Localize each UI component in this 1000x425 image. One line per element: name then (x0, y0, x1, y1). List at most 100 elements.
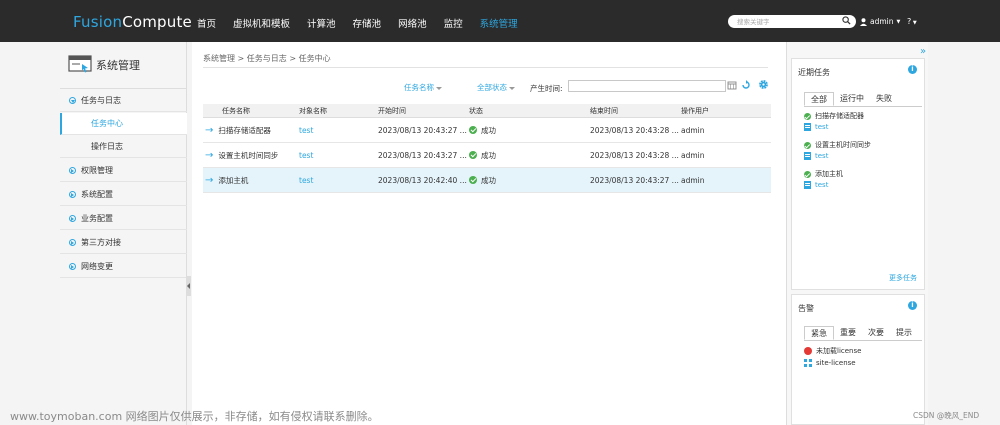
arrow-right-icon: → (205, 124, 214, 136)
expand-icon (69, 97, 76, 104)
arrow-right-icon: → (205, 174, 214, 186)
operator: admin (681, 150, 705, 160)
tab-all[interactable]: 全部 (804, 92, 834, 106)
nav-home[interactable]: 首页 (197, 16, 216, 30)
sidebar-item-third-party[interactable]: 第三方对接 (60, 232, 187, 254)
expand-icon (69, 263, 76, 270)
main-nav: 首页 虚拟机和模板 计算池 存储池 网络池 监控 系统管理 (197, 16, 535, 30)
col-task-name[interactable]: 任务名称 (222, 104, 250, 117)
end-time: 2023/08/13 20:43:27 ... (590, 175, 679, 185)
user-menu[interactable]: admin ▼ (860, 17, 900, 26)
table-row[interactable]: → 设置主机时间同步 test 2023/08/13 20:43:27 ... 成… (203, 143, 771, 168)
object-link[interactable]: test (299, 168, 313, 192)
recent-task-object[interactable]: test (804, 181, 828, 189)
task-table: 任务名称 对象名称 开始时间 状态 结束时间 操作用户 → 扫描存储适配器 tes… (203, 104, 771, 193)
expand-icon (69, 191, 76, 198)
alarm-tabs: 紧急 重要 次要 提示 (804, 326, 918, 340)
sidebar-item-service-config[interactable]: 业务配置 (60, 208, 187, 230)
user-name: admin (870, 17, 894, 26)
col-operator[interactable]: 操作用户 (681, 104, 709, 117)
recent-tasks-card: 近期任务 i 全部 运行中 失败 扫描存储适配器 test 设置主机时间同步 t… (791, 58, 925, 290)
refresh-icon[interactable] (741, 80, 751, 90)
col-start-time[interactable]: 开始时间 (378, 104, 406, 117)
nav-vm-templates[interactable]: 虚拟机和模板 (233, 16, 290, 30)
critical-alarm-icon (804, 347, 812, 355)
col-end-time[interactable]: 结束时间 (590, 104, 618, 117)
csdn-credit: CSDN @晚风_END (913, 411, 980, 420)
server-icon (804, 123, 811, 131)
sidebar-title: 系统管理 (96, 59, 140, 72)
task-name: 添加主机 (218, 175, 249, 185)
help-menu[interactable]: ? ▼ (907, 17, 917, 26)
user-icon (860, 17, 867, 26)
collapse-sidebar-handle[interactable] (186, 276, 191, 296)
recent-task-item: 添加主机 (804, 169, 843, 179)
chevron-down-icon (436, 86, 442, 90)
sidebar-item-operation-log[interactable]: 操作日志 (60, 136, 187, 158)
task-name-filter[interactable]: 任务名称 (404, 82, 442, 93)
divider (804, 340, 922, 341)
more-tasks-link[interactable]: 更多任务 (889, 273, 917, 283)
nav-system-admin[interactable]: 系统管理 (480, 16, 518, 30)
table-row[interactable]: → 添加主机 test 2023/08/13 20:42:40 ... 成功 20… (203, 168, 771, 193)
nav-network-pool[interactable]: 网络池 (398, 16, 427, 30)
right-panel: » 近期任务 i 全部 运行中 失败 扫描存储适配器 test 设置主机时间同步… (786, 42, 928, 425)
expand-icon (69, 239, 76, 246)
system-admin-icon (68, 55, 92, 73)
task-name: 设置主机时间同步 (218, 150, 279, 160)
status-text: 成功 (481, 125, 496, 135)
calendar-icon[interactable] (727, 80, 737, 90)
alarms-card: 告警 i 紧急 重要 次要 提示 未加载license site-license (791, 294, 925, 425)
tab-minor[interactable]: 次要 (862, 326, 890, 340)
success-icon (804, 170, 811, 178)
alarm-item[interactable]: site-license (804, 359, 856, 367)
sidebar-item-permissions[interactable]: 权限管理 (60, 160, 187, 182)
divider (203, 67, 768, 68)
col-status[interactable]: 状态 (469, 104, 483, 117)
nav-compute-pool[interactable]: 计算池 (307, 16, 336, 30)
object-link[interactable]: test (299, 143, 313, 167)
time-filter-input[interactable] (568, 80, 726, 92)
status-filter[interactable]: 全部状态 (477, 82, 515, 93)
tab-running[interactable]: 运行中 (834, 92, 870, 106)
sidebar-item-system-config[interactable]: 系统配置 (60, 184, 187, 206)
divider (60, 88, 187, 89)
table-header: 任务名称 对象名称 开始时间 状态 结束时间 操作用户 (203, 104, 771, 118)
alarm-item[interactable]: 未加载license (804, 346, 861, 356)
success-icon (469, 176, 477, 184)
recent-task-object[interactable]: test (804, 123, 828, 131)
app-logo[interactable]: FusionCompute (73, 13, 192, 31)
success-icon (469, 126, 477, 134)
gear-icon[interactable] (758, 79, 769, 90)
arrow-right-icon: → (205, 149, 214, 161)
recent-task-object[interactable]: test (804, 152, 828, 160)
tab-major[interactable]: 重要 (834, 326, 862, 340)
tab-critical[interactable]: 紧急 (804, 326, 834, 340)
info-icon[interactable]: i (908, 301, 917, 310)
nav-monitor[interactable]: 监控 (444, 16, 463, 30)
info-icon[interactable]: i (908, 65, 917, 74)
start-time: 2023/08/13 20:42:40 ... (378, 175, 467, 185)
sidebar-item-network-change[interactable]: 网络变更 (60, 256, 187, 278)
success-icon (804, 112, 811, 120)
double-chevron-right-icon[interactable]: » (920, 46, 926, 57)
divider (804, 106, 922, 107)
success-icon (804, 141, 811, 149)
chevron-down-icon: ▼ (911, 20, 917, 26)
chevron-down-icon: ▼ (896, 18, 901, 25)
table-row[interactable]: → 扫描存储适配器 test 2023/08/13 20:43:27 ... 成功… (203, 118, 771, 143)
time-filter-label: 产生时间: (530, 84, 563, 93)
sidebar-item-task-center[interactable]: 任务中心 (60, 113, 187, 135)
col-object-name[interactable]: 对象名称 (299, 104, 327, 117)
tab-failed[interactable]: 失败 (870, 92, 898, 106)
search-icon[interactable] (842, 16, 851, 25)
task-name: 扫描存储适配器 (218, 125, 271, 135)
sidebar-item-tasks-logs[interactable]: 任务与日志 (60, 90, 187, 112)
operator: admin (681, 125, 705, 135)
success-icon (469, 151, 477, 159)
tab-hint[interactable]: 提示 (890, 326, 918, 340)
search-input[interactable]: 搜索关键字 (728, 15, 856, 28)
nav-storage-pool[interactable]: 存储池 (353, 16, 382, 30)
recent-task-item: 设置主机时间同步 (804, 140, 871, 150)
object-link[interactable]: test (299, 118, 313, 142)
